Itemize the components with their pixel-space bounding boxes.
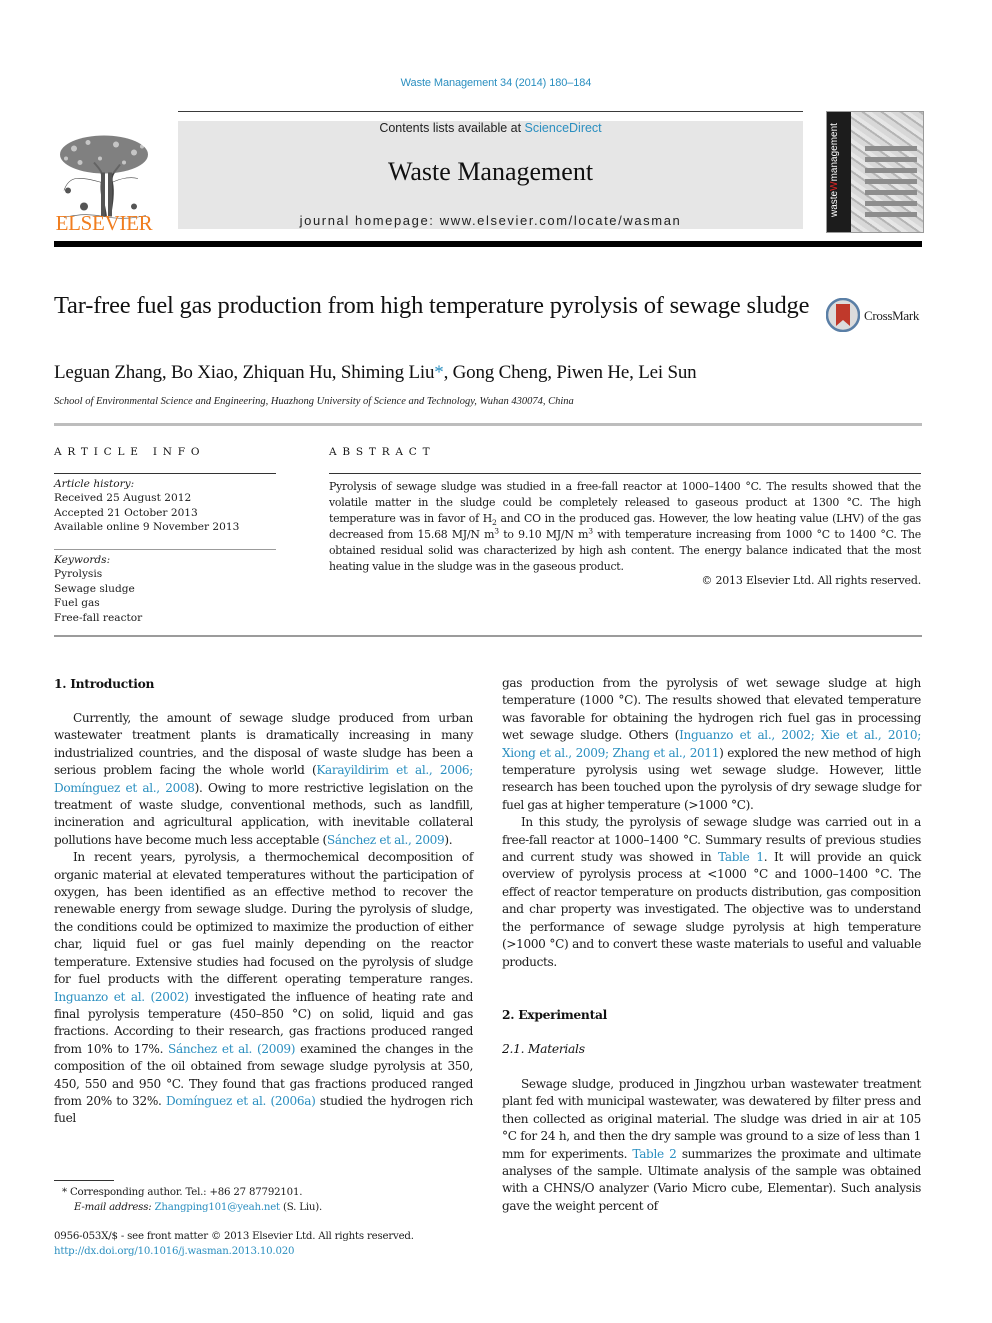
author-affiliation: School of Environmental Science and Engi…: [54, 396, 574, 407]
abstract-copyright: © 2013 Elsevier Ltd. All rights reserved…: [701, 574, 921, 587]
header-divider: [178, 111, 803, 112]
article-history: Article history: Received 25 August 2012…: [54, 477, 276, 535]
keywords-divider: [54, 549, 276, 550]
corresponding-author-marker[interactable]: *: [434, 362, 444, 383]
email-label: E-mail address:: [74, 1202, 152, 1213]
materials-paragraph: Sewage sludge, produced in Jingzhou urba…: [502, 1076, 921, 1215]
cover-bar: [865, 157, 917, 162]
body-text: to 9.10 MJ/N m: [498, 528, 589, 541]
footnote-marker: *: [62, 1187, 67, 1198]
contents-line: Contents lists available at ScienceDirec…: [178, 121, 803, 135]
paragraph: Currently, the amount of sewage sludge p…: [54, 710, 473, 849]
history-label: Article history:: [54, 478, 135, 490]
elsevier-wordmark: ELSEVIER: [55, 211, 153, 235]
citation-link[interactable]: Table 1: [718, 850, 764, 864]
cover-bar: [865, 212, 917, 217]
email-note: E-mail address: Zhangping101@yeah.net (S…: [54, 1200, 473, 1215]
article-info-heading: ARTICLE INFO: [54, 446, 206, 458]
article-info-divider: [54, 473, 276, 474]
keyword: Pyrolysis: [54, 568, 103, 581]
citation-link[interactable]: Sánchez et al., 2009: [327, 833, 445, 847]
left-column-body: Currently, the amount of sewage sludge p…: [54, 710, 473, 1128]
author-list: Leguan Zhang, Bo Xiao, Zhiquan Hu, Shimi…: [54, 362, 697, 384]
footnote-divider: [54, 1180, 114, 1181]
article-title: Tar-free fuel gas production from high t…: [54, 292, 810, 319]
body-text: In recent years, pyrolysis, a thermochem…: [54, 850, 473, 987]
citation-link[interactable]: Domínguez et al. (2006a): [166, 1094, 316, 1108]
cover-bar: [865, 179, 917, 184]
email-suffix: (S. Liu).: [279, 1202, 323, 1213]
paragraph: gas production from the pyrolysis of wet…: [502, 675, 921, 814]
abstract-divider: [329, 473, 921, 474]
doi-link[interactable]: http://dx.doi.org/10.1016/j.wasman.2013.…: [54, 1244, 473, 1259]
authors-text: , Gong Cheng, Piwen He, Lei Sun: [443, 362, 697, 383]
body-text: . It will provide an quick overview of p…: [502, 850, 921, 969]
keyword: Sewage sludge: [54, 582, 135, 595]
corresponding-author-text: Corresponding author. Tel.: +86 27 87792…: [69, 1187, 303, 1198]
paragraph: In this study, the pyrolysis of sewage s…: [502, 814, 921, 971]
keywords-label: Keywords:: [54, 554, 111, 566]
history-online: Available online 9 November 2013: [54, 521, 240, 534]
keywords-block: Keywords: Pyrolysis Sewage sludge Fuel g…: [54, 553, 276, 625]
journal-citation-link[interactable]: Waste Management 34 (2014) 180–184: [0, 77, 992, 89]
history-received: Received 25 August 2012: [54, 492, 192, 505]
right-column-body: gas production from the pyrolysis of wet…: [502, 675, 921, 971]
corresponding-author-note: * Corresponding author. Tel.: +86 27 877…: [54, 1185, 473, 1200]
journal-cover-image: wasteWmanagement: [826, 111, 924, 233]
journal-title: Waste Management: [387, 157, 594, 186]
journal-banner: Contents lists available at ScienceDirec…: [178, 121, 803, 229]
history-accepted: Accepted 21 October 2013: [54, 506, 198, 519]
body-text: ).: [444, 832, 453, 847]
authors-text: Leguan Zhang, Bo Xiao, Zhiquan Hu, Shimi…: [54, 362, 435, 383]
masthead-thick-rule: [54, 241, 922, 247]
cover-bar: [865, 190, 917, 195]
citation-link[interactable]: Sánchez et al. (2009): [168, 1042, 295, 1056]
footnotes: * Corresponding author. Tel.: +86 27 877…: [54, 1185, 473, 1259]
issn-line: 0956-053X/$ - see front matter © 2013 El…: [54, 1231, 414, 1242]
citation-link[interactable]: Inguanzo et al. (2002): [54, 990, 189, 1004]
abstract-text: Pyrolysis of sewage sludge was studied i…: [329, 479, 921, 575]
paragraph: Sewage sludge, produced in Jingzhou urba…: [502, 1076, 921, 1215]
crossmark-button[interactable]: CrossMark: [826, 298, 926, 334]
title-block-divider: [54, 423, 922, 426]
sciencedirect-link[interactable]: ScienceDirect: [525, 121, 602, 135]
paragraph: In recent years, pyrolysis, a thermochem…: [54, 849, 473, 1128]
email-link[interactable]: Zhangping101@yeah.net: [155, 1202, 281, 1213]
subsection-heading-materials: 2.1. Materials: [502, 1042, 585, 1056]
cover-bar: [865, 168, 917, 173]
section-heading-experimental: 2. Experimental: [502, 1007, 607, 1022]
cover-bar: [865, 146, 917, 151]
keyword: Fuel gas: [54, 597, 100, 610]
citation-link[interactable]: Table 2: [632, 1147, 676, 1161]
crossmark-label: CrossMark: [864, 308, 920, 323]
front-matter-divider: [54, 635, 922, 637]
cover-bar: [865, 201, 917, 206]
contents-prefix: Contents lists available at: [379, 121, 525, 135]
abstract-heading: ABSTRACT: [329, 446, 436, 458]
cover-spine-title: wasteWmanagement: [829, 123, 840, 217]
keyword: Free-fall reactor: [54, 611, 143, 624]
section-heading-introduction: 1. Introduction: [54, 676, 155, 691]
journal-homepage[interactable]: journal homepage: www.elsevier.com/locat…: [178, 213, 803, 228]
crossmark-icon: [826, 298, 860, 332]
